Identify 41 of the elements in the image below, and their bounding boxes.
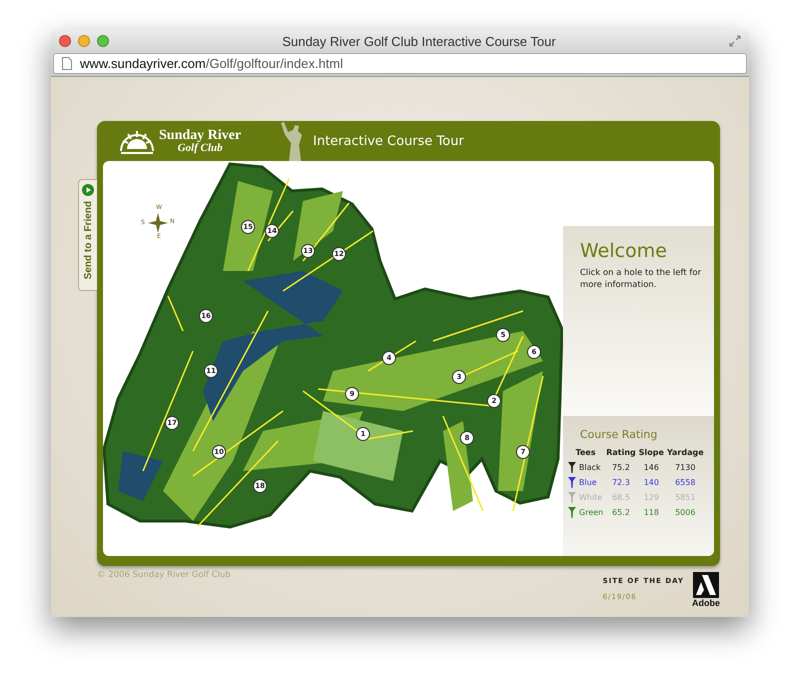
table-cell-text: 72.3 xyxy=(611,477,631,489)
tee-name: White xyxy=(579,493,602,502)
address-field[interactable]: www.sundayriver.com/Golf/golftour/index.html xyxy=(53,53,747,74)
window-control-button[interactable] xyxy=(78,35,90,47)
table-cell-text: 118 xyxy=(642,507,660,519)
fullscreen-icon xyxy=(729,35,741,47)
adobe-label: Adobe xyxy=(692,598,720,608)
table-cell-text: 5851 xyxy=(674,492,696,504)
send-to-friend-tab[interactable]: Send to a Friend xyxy=(78,179,97,291)
column-header: Tees xyxy=(574,447,597,459)
window-title: Sunday River Golf Club Interactive Course Tour xyxy=(281,34,557,48)
table-cell-text: 6558 xyxy=(674,477,696,489)
column-header: Yardage xyxy=(666,447,705,459)
window-control-button[interactable] xyxy=(59,35,71,47)
window-control-button[interactable] xyxy=(97,35,109,47)
welcome-heading: Welcome xyxy=(580,240,668,262)
table-cell-text: 65.2 xyxy=(611,507,631,519)
table-cell-text: 75.2 xyxy=(611,462,631,474)
page-title: Interactive Course Tour xyxy=(313,134,464,148)
url-domain: www.sundayriver.com xyxy=(80,56,206,71)
table-cell-text: 146 xyxy=(642,462,660,474)
document-icon xyxy=(62,57,72,70)
a-logo-icon xyxy=(693,572,719,598)
column-header: Slope xyxy=(638,447,667,460)
url-path: /Golf/golftour/index.html xyxy=(206,56,344,71)
tee-name: Black xyxy=(579,463,601,472)
table-cell-text: 129 xyxy=(642,492,660,504)
rating-heading: Course Rating xyxy=(580,428,658,441)
logo-subtitle: Golf Club xyxy=(178,142,222,154)
column-header: Rating xyxy=(606,447,639,460)
tee-name: Green xyxy=(579,508,604,517)
table-cell-text: 140 xyxy=(642,477,660,489)
play-icon xyxy=(82,184,94,196)
copyright-text: © 2006 Sunday River Golf Club xyxy=(97,570,231,582)
table-cell-text: 5006 xyxy=(674,507,696,519)
welcome-text: Click on a hole to the left for more information. xyxy=(580,268,702,292)
logo-name: Sunday River xyxy=(159,128,242,142)
tee-name: Blue xyxy=(579,478,597,487)
table-cell-text: 68.5 xyxy=(611,492,631,504)
table-cell-text: 7130 xyxy=(674,462,696,474)
compass-star-icon xyxy=(148,213,168,233)
